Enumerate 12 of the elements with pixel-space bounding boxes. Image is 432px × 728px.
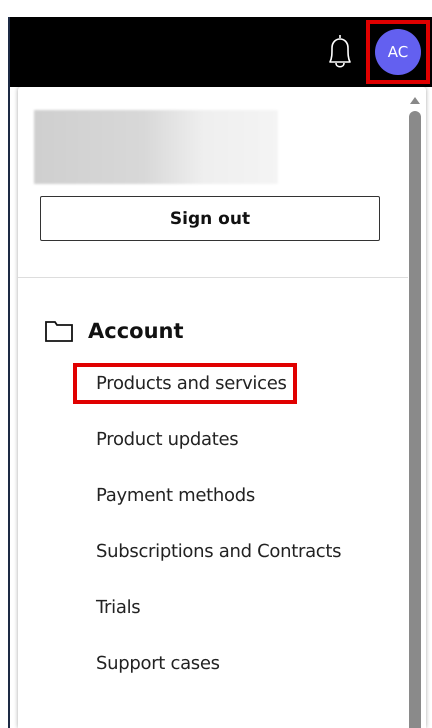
avatar-button[interactable]: AC [375, 29, 421, 75]
menu-item[interactable]: Payment methods [73, 475, 265, 516]
sign-out-button[interactable]: Sign out [40, 196, 380, 241]
scroll-up-icon[interactable] [409, 95, 421, 105]
menu-item[interactable]: Trials [73, 587, 150, 628]
menu-item[interactable]: Support cases [73, 643, 230, 684]
section-heading: Account [88, 319, 184, 343]
menu-item[interactable]: Product updates [73, 419, 248, 460]
menu-item[interactable]: Products and services [73, 363, 297, 404]
folder-icon [44, 319, 74, 343]
menu-item[interactable]: Subscriptions and Contracts [73, 531, 352, 572]
scrollbar[interactable] [408, 95, 422, 728]
